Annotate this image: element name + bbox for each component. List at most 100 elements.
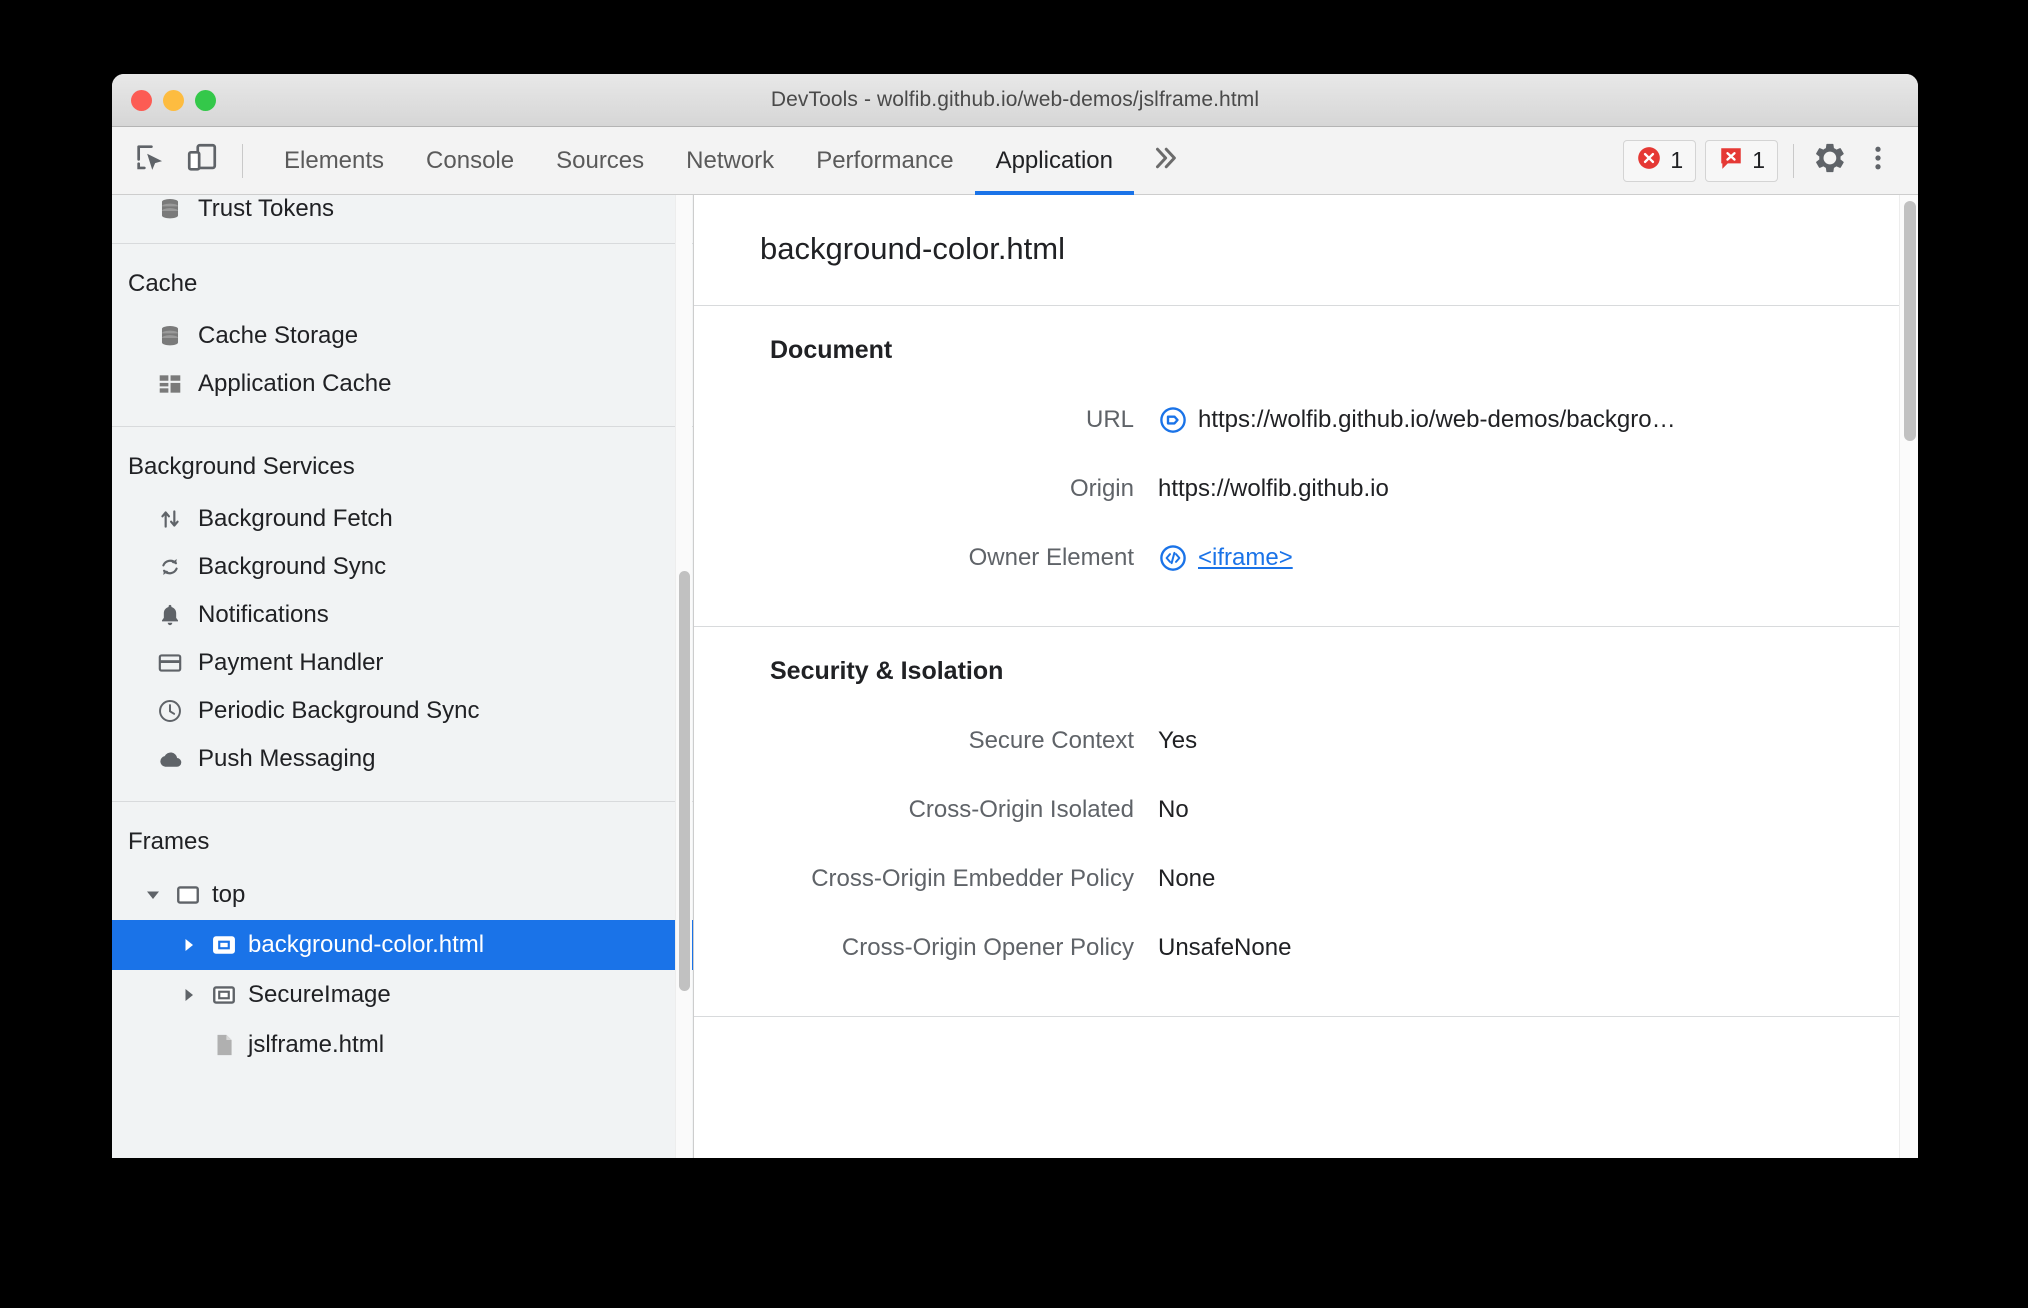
sidebar-item-periodic-background-sync[interactable]: Periodic Background Sync [112,687,693,735]
database-icon [156,322,184,350]
tab-network[interactable]: Network [665,127,795,195]
clock-icon [156,697,184,725]
frame-tree-item-background-color[interactable]: background-color.html [112,920,693,970]
document-icon [210,1031,238,1059]
frame-tree-item-secureimage[interactable]: SecureImage [112,970,693,1020]
error-message-icon [1718,145,1744,176]
frame-tree-item-jslframe[interactable]: jslframe.html [112,1020,693,1070]
tab-performance[interactable]: Performance [795,127,974,195]
tab-label: Network [686,146,775,174]
main-menu-button[interactable] [1854,137,1902,185]
inspect-element-icon [133,141,167,180]
sidebar-item-background-sync[interactable]: Background Sync [112,543,693,591]
section-security-isolation: Security & Isolation Secure Context Yes … [694,627,1918,1017]
row-url: URL https://wolfib.github.io/web-demos/b… [694,385,1918,454]
tab-sources[interactable]: Sources [535,127,665,195]
console-issues-badge[interactable]: 1 [1705,139,1778,182]
gear-icon [1813,141,1847,180]
row-label: Cross-Origin Opener Policy [841,933,1134,961]
main-scrollbar-thumb[interactable] [1904,201,1916,441]
minimize-window-button[interactable] [163,89,184,111]
chevron-right-icon[interactable] [178,934,200,956]
frame-tree-item-top[interactable]: top [112,870,693,920]
sidebar-item-trust-tokens[interactable]: Trust Tokens [112,195,693,229]
more-tabs-button[interactable] [1134,127,1196,195]
panel-tab-bar: Elements Console Sources Network Perform… [263,127,1196,195]
frame-tree-label: jslframe.html [248,1031,385,1058]
sidebar-section-cache: Cache Cache Storage Application Cache [112,244,693,427]
main-scrollbar[interactable] [1899,195,1918,1158]
row-cross-origin-embedder-policy: Cross-Origin Embedder Policy None [694,844,1918,913]
javascript-errors-badge[interactable]: 1 [1623,139,1697,182]
sidebar-item-background-fetch[interactable]: Background Fetch [112,495,693,543]
row-value-container[interactable]: <iframe> [1158,543,1293,573]
origin-value: https://wolfib.github.io [1158,474,1389,502]
sidebar-scrollbar[interactable] [675,195,692,1158]
frame-details-header: background-color.html [694,195,1918,306]
frame-tree-label: background-color.html [248,931,485,958]
sidebar-item-notifications[interactable]: Notifications [112,591,693,639]
sidebar-item-label: Cache Storage [198,322,359,349]
sidebar-item-label: Background Fetch [198,505,393,532]
owner-element-link[interactable]: <iframe> [1198,544,1293,572]
row-label: Cross-Origin Embedder Policy [811,864,1134,892]
application-sidebar: Trust Tokens Cache Cache Storage Applica… [112,195,694,1158]
page-link-icon [1158,405,1188,435]
zoom-window-button[interactable] [195,89,216,111]
devtools-window: DevTools - wolfib.github.io/web-demos/js… [112,74,1918,1158]
sidebar-section-background-services: Background Services Background Fetch Bac… [112,427,693,802]
sidebar-item-label: Payment Handler [198,649,384,676]
row-cross-origin-opener-policy: Cross-Origin Opener Policy UnsafeNone [694,913,1918,982]
cross-origin-opener-policy-value: UnsafeNone [1158,933,1292,961]
sidebar-item-cache-storage[interactable]: Cache Storage [112,312,693,360]
toolbar-divider-right [1793,143,1794,178]
tab-application[interactable]: Application [974,127,1135,195]
kebab-menu-icon [1863,143,1893,178]
row-owner-element: Owner Element <iframe> [694,523,1918,592]
database-icon [156,195,184,223]
row-label: URL [1085,405,1134,433]
window-title-bar: DevTools - wolfib.github.io/web-demos/js… [112,74,1918,127]
sidebar-scrollbar-thumb[interactable] [679,571,690,991]
device-toolbar-icon [185,141,219,180]
sidebar-section-frames: Frames top background-color.html SecureI… [112,802,693,1088]
issue-count: 1 [1752,147,1765,173]
row-label: Secure Context [968,726,1134,754]
inspect-element-button[interactable] [124,135,176,187]
row-label: Origin [1069,474,1134,502]
section-heading: Security & Isolation [770,657,1004,685]
cross-origin-embedder-policy-value: None [1158,864,1216,892]
sidebar-item-label: Trust Tokens [198,195,335,222]
tab-elements[interactable]: Elements [263,127,405,195]
chevron-down-icon[interactable] [142,884,164,906]
settings-button[interactable] [1806,137,1854,185]
row-value-container[interactable]: https://wolfib.github.io/web-demos/backg… [1158,405,1676,435]
close-window-button[interactable] [131,89,152,111]
credit-card-icon [156,649,184,677]
sidebar-section-title: Frames [128,828,210,855]
toolbar-right-group: 1 1 [1623,127,1918,195]
device-toolbar-button[interactable] [176,135,228,187]
sidebar-section-title: Background Services [128,453,355,480]
tab-label: Sources [556,146,645,174]
window-title: DevTools - wolfib.github.io/web-demos/js… [770,88,1260,111]
section-document: Document URL https://wolfib.github.io/we… [694,306,1918,627]
sidebar-scroll-content: Trust Tokens Cache Cache Storage Applica… [112,195,693,1158]
grid-table-icon [156,370,184,398]
sidebar-item-push-messaging[interactable]: Push Messaging [112,735,693,783]
tab-label: Elements [284,146,385,174]
url-value: https://wolfib.github.io/web-demos/backg… [1198,405,1676,433]
sidebar-item-application-cache[interactable]: Application Cache [112,360,693,408]
chevron-right-icon[interactable] [178,984,200,1006]
iframe-icon [210,981,238,1009]
sidebar-item-payment-handler[interactable]: Payment Handler [112,639,693,687]
page-title: background-color.html [760,231,1065,266]
tab-console[interactable]: Console [405,127,535,195]
frame-tree-label: SecureImage [248,981,391,1008]
frame-tree-label: top [212,881,246,908]
iframe-icon [210,931,238,959]
error-circle-icon [1636,145,1662,176]
cross-origin-isolated-value: No [1158,795,1189,823]
sidebar-section-title: Cache [128,270,198,297]
